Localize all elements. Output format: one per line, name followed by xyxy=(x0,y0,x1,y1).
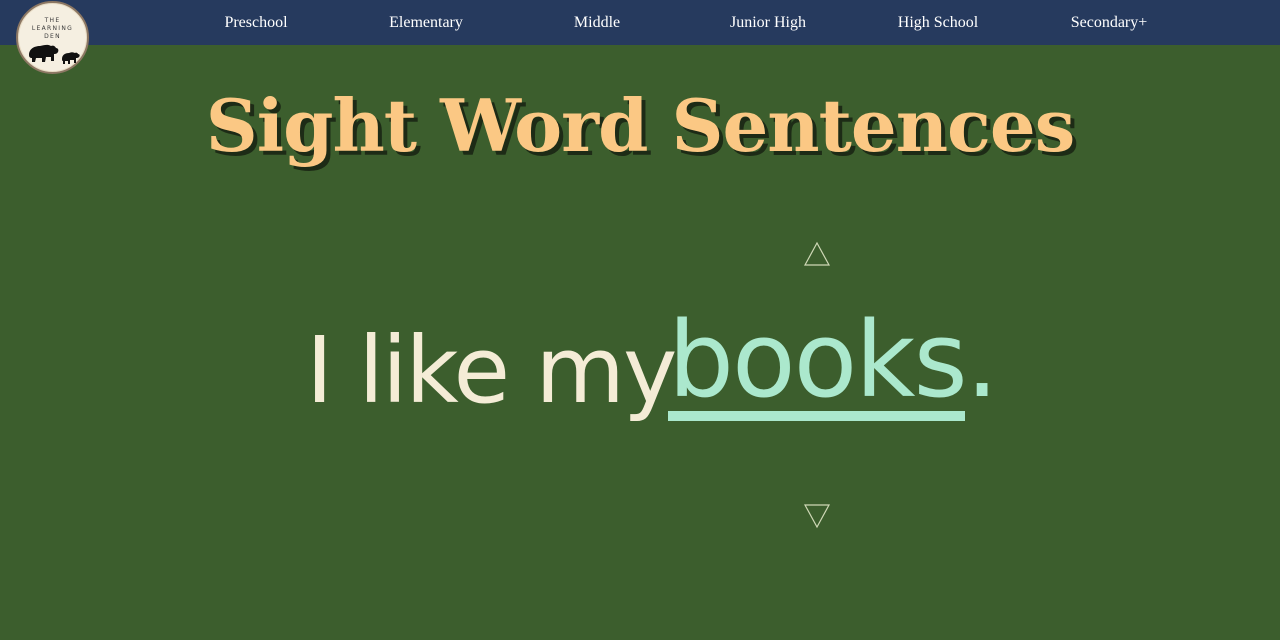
sight-word[interactable]: books. xyxy=(668,300,999,420)
bears-logo-icon xyxy=(29,44,80,64)
logo-text-den: DEN xyxy=(44,33,61,40)
site-logo[interactable]: THE LEARNING DEN xyxy=(16,1,89,74)
sentence-prefix: I like my xyxy=(306,317,677,424)
sight-word-underline xyxy=(668,411,965,421)
logo-text-learning: LEARNING xyxy=(31,25,74,32)
sight-word-sentence: I like my books. xyxy=(0,300,1280,440)
triangle-down-icon[interactable] xyxy=(802,500,832,530)
top-navbar: Preschool Elementary Middle Junior High … xyxy=(0,0,1280,45)
triangle-up-icon[interactable] xyxy=(802,240,832,270)
nav-item-high-school[interactable]: High School xyxy=(898,0,978,45)
nav-item-middle[interactable]: Middle xyxy=(574,0,620,45)
nav-item-preschool[interactable]: Preschool xyxy=(224,0,287,45)
logo-text-the: THE xyxy=(44,17,61,24)
page-title: Sight Word Sentences xyxy=(205,83,1075,168)
nav-item-junior-high[interactable]: Junior High xyxy=(730,0,806,45)
nav-item-secondary-plus[interactable]: Secondary+ xyxy=(1071,0,1148,45)
nav-item-elementary[interactable]: Elementary xyxy=(389,0,463,45)
